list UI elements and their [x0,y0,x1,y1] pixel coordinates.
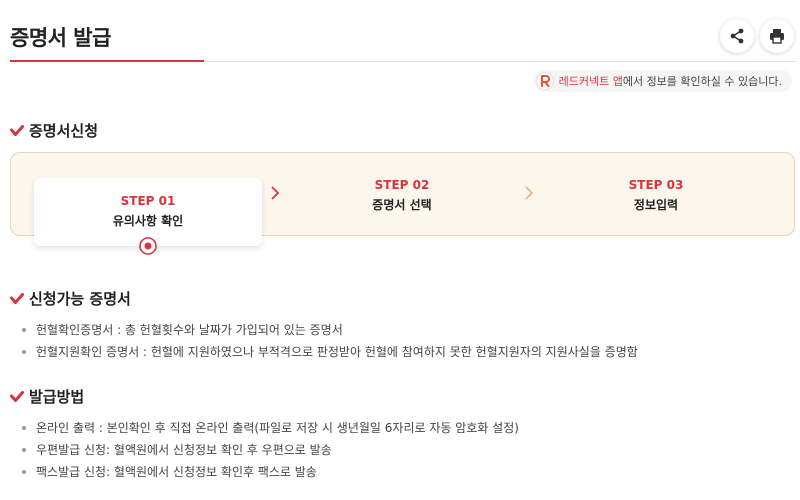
app-notice: 레드커넥트 앱 에서 정보를 확인하실 수 있습니다. [533,70,792,92]
list-item: 헌혈지원확인 증명서 : 헌혈에 지원하였으나 부적격으로 판정받아 헌혈에 참… [22,341,638,363]
step-label: 유의사항 확인 [112,214,184,228]
chevron-right-icon [271,186,280,200]
step-02: STEP 02 증명서 선택 [300,178,504,213]
share-button[interactable] [720,19,754,53]
list-item: 헌혈확인증명서 : 총 헌혈횟수와 날짜가 가입되어 있는 증명서 [22,319,638,341]
list-item: 온라인 출력 : 본인확인 후 직접 온라인 출력(파일로 저장 시 생년월일 … [22,417,519,439]
method-list: 온라인 출력 : 본인확인 후 직접 온라인 출력(파일로 저장 시 생년월일 … [22,417,519,483]
step-number: STEP 03 [628,178,684,192]
step-number: STEP 01 [120,194,176,208]
step-label: 정보입력 [633,198,679,212]
step-03: STEP 03 정보입력 [554,178,758,213]
notice-text: 에서 정보를 확인하실 수 있습니다. [622,75,782,88]
check-heart-icon [10,292,24,305]
title-accent-bar [10,60,204,62]
check-heart-icon [10,124,24,137]
printer-icon [770,29,784,44]
share-icon [730,28,744,44]
list-item: 팩스발급 신청: 혈액원에서 신청정보 확인후 팩스로 발송 [22,461,519,483]
section-heading-method: 발급방법 [10,386,84,407]
section-heading-available: 신청가능 증명서 [10,288,131,309]
list-item: 우편발급 신청: 혈액원에서 신청정보 확인 후 우편으로 발송 [22,439,519,461]
page-title: 증명서 발급 [10,26,111,50]
check-heart-icon [10,390,24,403]
chevron-right-icon [525,186,534,200]
available-list: 헌혈확인증명서 : 총 헌혈횟수와 날짜가 가입되어 있는 증명서 헌혈지원확인… [22,319,638,363]
current-step-marker-icon [139,237,157,255]
app-name-link[interactable]: 레드커넥트 앱 [559,73,623,89]
section-heading-apply: 증명서신청 [10,120,98,141]
print-button[interactable] [760,19,794,53]
redconnect-logo-icon [535,72,554,90]
step-label: 증명서 선택 [372,198,432,212]
step-number: STEP 02 [374,178,430,192]
